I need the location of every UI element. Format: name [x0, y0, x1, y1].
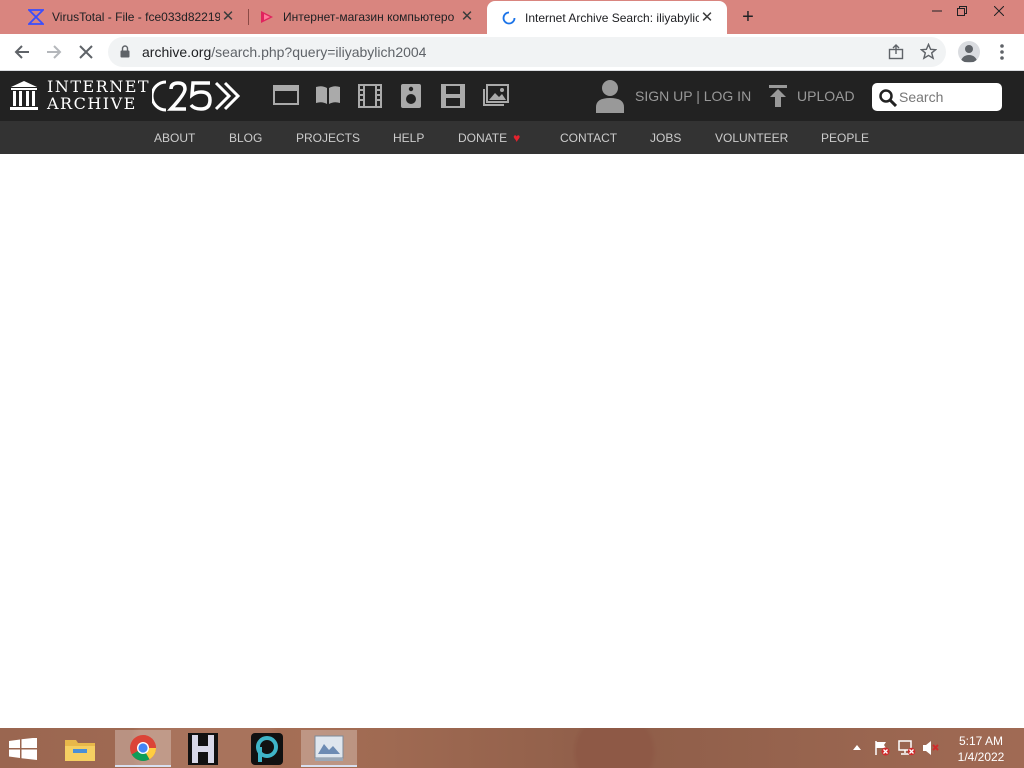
close-window-icon[interactable]: [983, 0, 1015, 22]
ia-search-box[interactable]: [872, 83, 1002, 111]
tab-virustotal[interactable]: VirusTotal - File - fce033d822195 ✕: [8, 0, 248, 34]
forward-icon[interactable]: [42, 40, 66, 64]
upload-link[interactable]: UPLOAD: [797, 88, 855, 104]
nav-help[interactable]: HELP: [393, 131, 424, 145]
tab-internet-archive[interactable]: Internet Archive Search: iliyabylic ✕: [487, 1, 727, 34]
search-icon[interactable]: [879, 89, 898, 112]
share-icon[interactable]: [888, 44, 904, 65]
nav-volunteer[interactable]: VOLUNTEER: [715, 131, 788, 145]
nav-donate-label: DONATE: [458, 131, 508, 145]
address-bar[interactable]: archive.org/search.php?query=iliyabylich…: [108, 37, 946, 67]
action-center-flag-icon[interactable]: [874, 740, 890, 761]
images-icon[interactable]: [483, 84, 509, 108]
url-host: archive.org: [142, 44, 212, 60]
ia-temple-logo-icon[interactable]: [10, 81, 38, 116]
nav-jobs[interactable]: JOBS: [650, 131, 681, 145]
windows-start-icon[interactable]: [9, 737, 37, 765]
volume-muted-icon[interactable]: [922, 740, 940, 761]
url-path: /search.php?query=iliyabylich2004: [211, 44, 427, 60]
close-tab-icon[interactable]: ✕: [220, 9, 236, 25]
image-viewer-icon[interactable]: [301, 730, 357, 767]
search-input[interactable]: [899, 87, 997, 107]
texts-icon[interactable]: [315, 84, 341, 108]
virustotal-icon: [28, 9, 44, 25]
chrome-icon[interactable]: [115, 730, 171, 767]
user-icon[interactable]: [596, 79, 624, 118]
taskbar-clock[interactable]: 5:17 AM 1/4/2022: [950, 733, 1012, 765]
loading-spinner-icon: [501, 10, 517, 26]
ia-top-nav: INTERNET ARCHIVE SIGN UP | LOG IN UPLOAD: [0, 71, 1024, 121]
ia-25th-anniversary-logo-icon[interactable]: [150, 80, 246, 117]
tab-title: Internet Archive Search: iliyabylic: [525, 10, 699, 25]
browser-menu-icon[interactable]: [996, 42, 1008, 62]
logo-line-2: ARCHIVE: [47, 94, 137, 113]
p-app-icon[interactable]: [239, 730, 295, 767]
restore-icon[interactable]: [946, 0, 978, 22]
tab-title: VirusTotal - File - fce033d822195: [52, 10, 220, 24]
stop-loading-icon[interactable]: [74, 40, 98, 64]
signup-login-link[interactable]: SIGN UP | LOG IN: [635, 88, 751, 104]
tab-shop[interactable]: Интернет-магазин компьютеро ✕: [249, 0, 487, 34]
bookmark-star-icon[interactable]: [919, 42, 938, 65]
nav-about[interactable]: ABOUT: [154, 131, 195, 145]
nav-blog[interactable]: BLOG: [229, 131, 262, 145]
video-icon[interactable]: [357, 84, 383, 108]
shop-icon: [259, 9, 275, 25]
browser-toolbar: archive.org/search.php?query=iliyabylich…: [0, 34, 1024, 71]
upload-icon[interactable]: [768, 85, 788, 112]
close-tab-icon[interactable]: ✕: [459, 9, 475, 25]
nav-contact[interactable]: CONTACT: [560, 131, 617, 145]
nav-people[interactable]: PEOPLE: [821, 131, 869, 145]
audio-icon[interactable]: [400, 84, 426, 108]
heart-icon: ♥: [513, 131, 521, 145]
logo-line-1: INTERNET: [47, 77, 151, 96]
profile-avatar-icon[interactable]: [958, 41, 980, 63]
windows-taskbar: 5:17 AM 1/4/2022: [0, 728, 1024, 768]
network-icon[interactable]: [898, 740, 916, 761]
nav-projects[interactable]: PROJECTS: [296, 131, 360, 145]
clock-date: 1/4/2022: [957, 750, 1005, 764]
ia-secondary-nav: ABOUT BLOG PROJECTS HELP DONATE ♥ CONTAC…: [0, 121, 1024, 154]
lock-icon[interactable]: [120, 45, 130, 63]
show-hidden-icons-icon[interactable]: [852, 740, 862, 759]
page-content: [0, 154, 1024, 728]
url-text[interactable]: archive.org/search.php?query=iliyabylich…: [142, 44, 426, 60]
tab-strip: VirusTotal - File - fce033d822195 ✕ Инте…: [0, 0, 1024, 34]
file-explorer-icon[interactable]: [52, 730, 108, 767]
close-tab-icon[interactable]: ✕: [699, 9, 715, 26]
h-app-icon[interactable]: [175, 730, 231, 767]
ia-wordmark[interactable]: INTERNET ARCHIVE: [47, 78, 150, 112]
web-icon[interactable]: [273, 84, 299, 108]
new-tab-button[interactable]: +: [738, 7, 758, 27]
nav-donate[interactable]: DONATE ♥: [458, 131, 520, 145]
clock-time: 5:17 AM: [958, 734, 1004, 748]
software-icon[interactable]: [441, 84, 467, 108]
back-icon[interactable]: [10, 40, 34, 64]
tab-title: Интернет-магазин компьютеро: [283, 10, 455, 24]
